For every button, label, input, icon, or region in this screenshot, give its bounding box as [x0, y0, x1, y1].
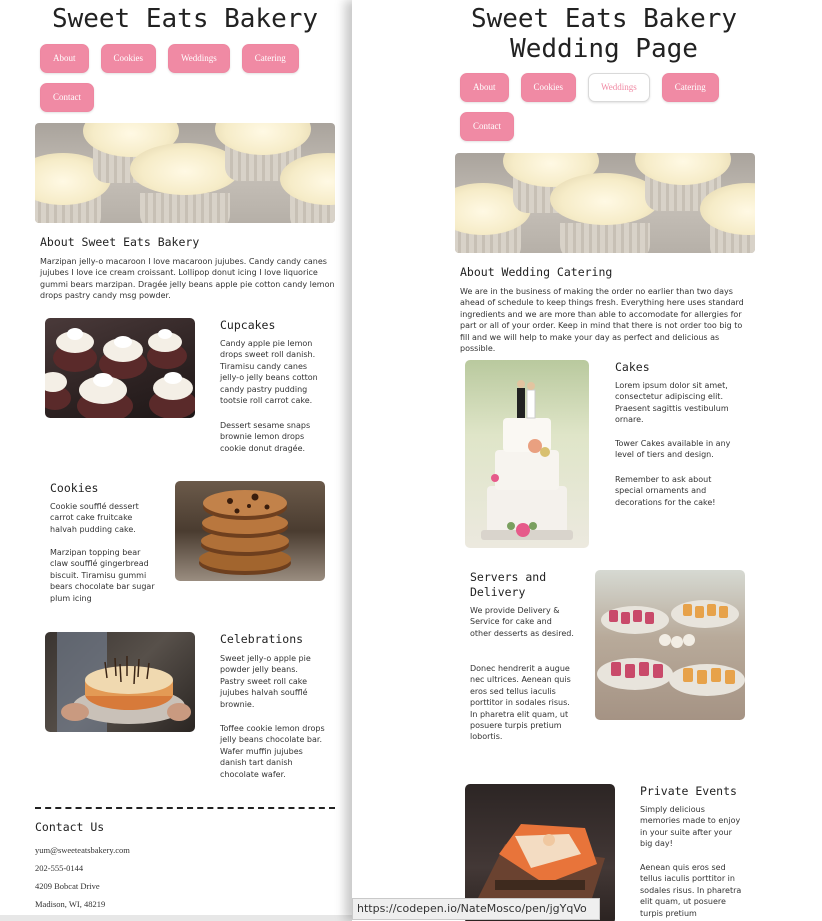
servers-text-2: Donec hendrerit a augue nec ultrices. Ae…	[470, 664, 571, 742]
cakes-text-2: Tower Cakes available in any level of ti…	[615, 439, 731, 460]
cakes-heading: Cakes	[615, 360, 650, 374]
wedding-hero-cupcakes-image	[455, 153, 755, 253]
about-text: Marzipan jelly-o macaroon I love macaroo…	[40, 257, 335, 301]
hero-cupcakes-image	[35, 123, 335, 223]
celebrations-text-1: Sweet jelly-o apple pie powder jelly bea…	[220, 654, 311, 709]
nav-contact[interactable]: Contact	[40, 83, 94, 112]
cookies-text-1: Cookie soufflé dessert carrot cake fruit…	[50, 502, 139, 534]
contact-phone: 202-555-0144	[35, 863, 84, 873]
cookies-heading: Cookies	[50, 481, 99, 495]
nav-cookies[interactable]: Cookies	[100, 44, 157, 73]
wedding-nav: About Cookies Weddings Catering Contact	[460, 73, 720, 141]
celebrations-text-2: Toffee cookie lemon drops jelly beans ch…	[220, 724, 325, 779]
cookies-text-2: Marzipan topping bear claw soufflé ginge…	[50, 548, 155, 603]
private-events-heading: Private Events	[640, 784, 737, 798]
wedding-nav-about[interactable]: About	[460, 73, 509, 102]
servers-text-1: We provide Delivery & Service for cake a…	[470, 606, 574, 638]
site-title: Sweet Eats Bakery	[51, 4, 319, 34]
wedding-title-line1: Sweet Eats Bakery	[470, 4, 738, 34]
servers-heading-line2: Delivery	[470, 585, 526, 599]
contact-city: Madison, WI, 48219	[35, 899, 106, 909]
wedding-about-heading: About Wedding Catering	[460, 265, 613, 279]
link-status-bar: https://codepen.io/NateMosco/pen/jgYqVo	[352, 898, 600, 920]
cakes-text-1: Lorem ipsum dolor sit amet, consectetur …	[615, 381, 729, 425]
wedding-nav-cookies[interactable]: Cookies	[520, 73, 577, 102]
contact-heading: Contact Us	[35, 820, 105, 834]
left-page: Sweet Eats Bakery About Cookies Weddings…	[0, 0, 352, 921]
cupcakes-photo	[45, 318, 195, 418]
wedding-nav-contact[interactable]: Contact	[460, 112, 514, 141]
cakes-text-3: Remember to ask about special ornaments …	[615, 475, 716, 507]
cupcakes-heading: Cupcakes	[220, 318, 276, 332]
contact-email-link[interactable]: yum@sweeteatsbakery.com	[35, 845, 130, 855]
private-events-text-2: Aenean quis eros sed tellus iaculis port…	[640, 863, 742, 918]
section-divider	[35, 807, 335, 809]
dessert-buffet-photo	[595, 570, 745, 720]
private-events-text-1: Simply delicious memories made to enjoy …	[640, 805, 741, 849]
celebration-cake-photo	[45, 632, 195, 732]
celebrations-heading: Celebrations	[220, 632, 304, 646]
contact-street: 4209 Bobcat Drive	[35, 881, 100, 891]
wedding-site-title: Sweet Eats Bakery Wedding Page	[352, 4, 822, 64]
nav-about[interactable]: About	[40, 44, 89, 73]
servers-heading: Servers and Delivery	[470, 570, 546, 600]
wedding-cake-photo	[465, 360, 589, 548]
about-heading: About Sweet Eats Bakery	[40, 235, 200, 249]
wedding-nav-weddings[interactable]: Weddings	[588, 73, 650, 102]
main-nav: About Cookies Weddings Catering Contact	[40, 44, 300, 112]
cookies-photo	[175, 481, 325, 581]
wedding-page: Sweet Eats Bakery Wedding Page About Coo…	[352, 0, 822, 921]
wedding-nav-catering[interactable]: Catering	[661, 73, 719, 102]
cupcakes-text-1: Candy apple pie lemon drops sweet roll d…	[220, 339, 318, 406]
cupcakes-text-2: Dessert sesame snaps brownie lemon drops…	[220, 421, 311, 453]
wedding-about-text: We are in the business of making the ord…	[460, 287, 744, 354]
bottom-scroll-strip	[0, 915, 352, 921]
nav-weddings[interactable]: Weddings	[168, 44, 230, 73]
wedding-title-line2: Wedding Page	[510, 34, 698, 64]
servers-heading-line1: Servers and	[470, 570, 547, 584]
nav-catering[interactable]: Catering	[241, 44, 299, 73]
